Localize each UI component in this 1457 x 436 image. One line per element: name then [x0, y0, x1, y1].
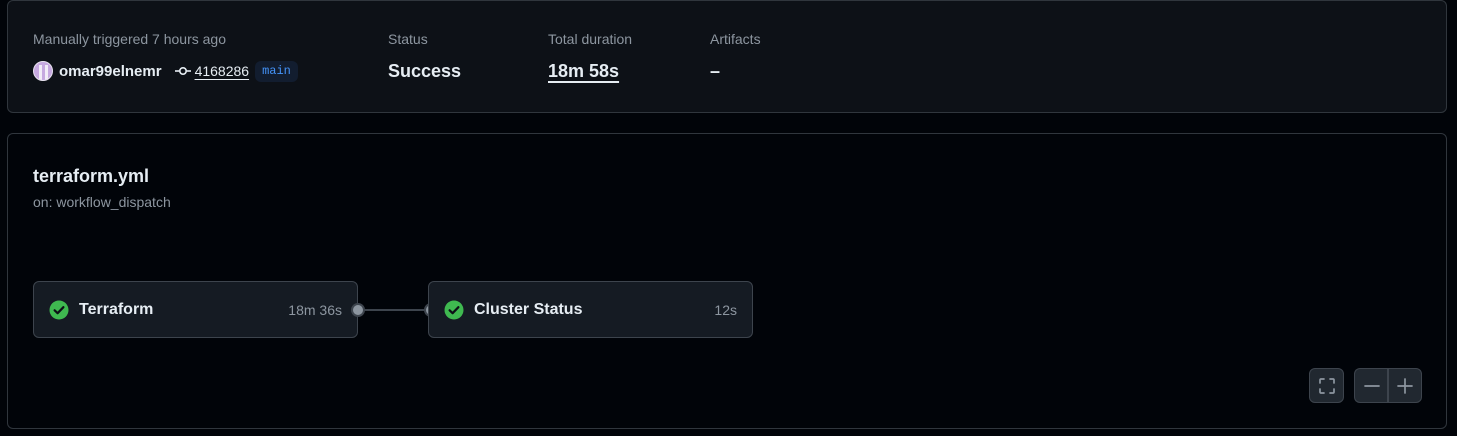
- status-label: Status: [388, 31, 428, 47]
- zoom-in-icon: [1397, 377, 1413, 394]
- check-circle-icon: [444, 300, 464, 319]
- trigger-text: Manually triggered 7 hours ago: [33, 31, 227, 47]
- fullscreen-icon: [1318, 377, 1335, 394]
- job-terraform[interactable]: Terraform 18m 36s: [33, 281, 358, 338]
- connector-out-dot: [351, 303, 365, 317]
- artifacts-label: Artifacts: [710, 31, 761, 47]
- duration-label: Total duration: [548, 31, 633, 47]
- workflow-graph-card: terraform.yml on: workflow_dispatch Terr…: [7, 133, 1447, 429]
- avatar[interactable]: [33, 61, 53, 81]
- duration-value[interactable]: 18m 58s: [548, 59, 632, 83]
- job-name: Cluster Status: [474, 300, 583, 318]
- git-commit-icon: [174, 67, 191, 76]
- job-name: Terraform: [79, 300, 154, 318]
- commit-link[interactable]: 4168286: [195, 63, 250, 79]
- actor-row: omar99elnemr 4168286 main: [33, 57, 298, 85]
- zoom-in-button[interactable]: [1388, 368, 1422, 403]
- run-summary-card: Manually triggered 7 hours ago omar99eln…: [7, 0, 1447, 113]
- duration-column: Total duration 18m 58s: [548, 29, 632, 83]
- status-value: Success: [388, 61, 462, 81]
- actor-name[interactable]: omar99elnemr: [59, 63, 162, 80]
- trigger-column: Manually triggered 7 hours ago omar99eln…: [33, 29, 298, 85]
- job-duration: 18m 36s: [288, 301, 342, 318]
- artifacts-column: Artifacts –: [710, 29, 761, 83]
- branch-badge[interactable]: main: [255, 60, 298, 82]
- workflow-file-name: terraform.yml: [33, 166, 150, 186]
- job-duration: 12s: [714, 301, 737, 318]
- zoom-out-icon: [1363, 384, 1380, 387]
- zoom-out-button[interactable]: [1354, 368, 1388, 403]
- artifacts-value: –: [710, 61, 721, 81]
- check-circle-icon: [49, 300, 69, 319]
- workflow-trigger: on: workflow_dispatch: [33, 194, 171, 210]
- fullscreen-button[interactable]: [1309, 368, 1344, 403]
- job-cluster-status[interactable]: Cluster Status 12s: [428, 281, 753, 338]
- status-column: Status Success: [388, 29, 461, 83]
